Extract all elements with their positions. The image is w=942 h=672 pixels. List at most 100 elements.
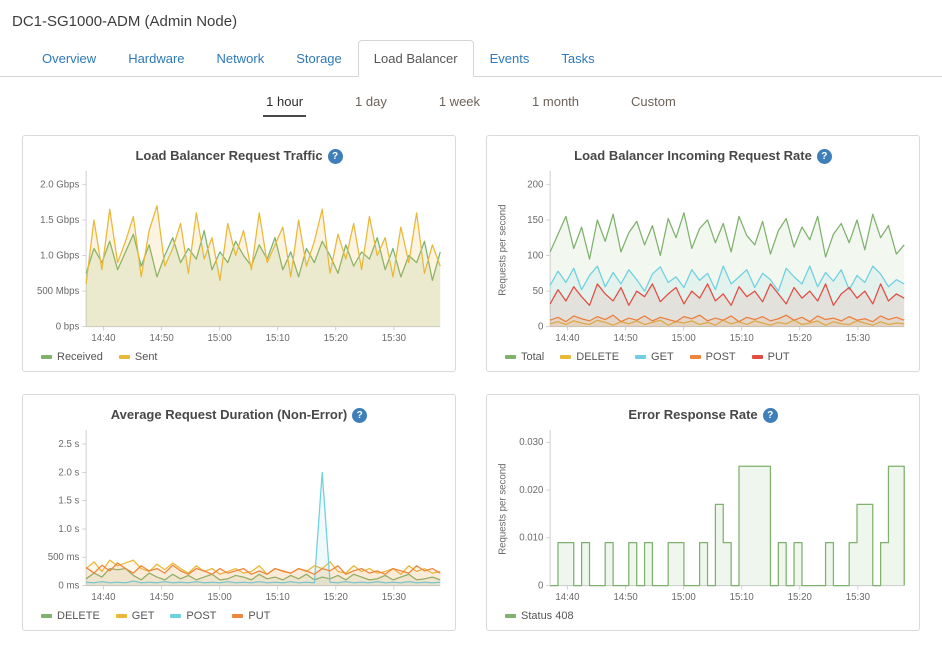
legend-swatch [505, 614, 516, 618]
tab-bar: Overview Hardware Network Storage Load B… [0, 40, 942, 77]
svg-text:15:10: 15:10 [266, 333, 290, 344]
legend-label: Received [57, 351, 103, 363]
legend-swatch [41, 614, 52, 618]
legend-label: PUT [248, 610, 270, 622]
svg-text:0.030: 0.030 [519, 437, 543, 448]
svg-text:0: 0 [538, 580, 543, 591]
chart-title-text: Load Balancer Incoming Request Rate [574, 148, 812, 163]
svg-text:0 bps: 0 bps [56, 322, 80, 333]
time-option-1-day[interactable]: 1 day [352, 94, 390, 117]
legend-swatch [505, 355, 516, 359]
legend-item[interactable]: PUT [752, 351, 790, 363]
legend-item[interactable]: Received [41, 351, 103, 363]
chart-legend: Status 408 [495, 607, 911, 626]
svg-text:15:20: 15:20 [324, 333, 348, 344]
svg-text:15:30: 15:30 [382, 592, 406, 603]
svg-text:150: 150 [527, 215, 543, 226]
legend-item[interactable]: POST [170, 610, 216, 622]
help-icon[interactable]: ? [352, 408, 367, 423]
chart-error-response-rate[interactable]: 00.0100.0200.03014:4014:5015:0015:1015:2… [495, 425, 911, 607]
svg-text:0 ms: 0 ms [58, 580, 79, 591]
legend-swatch [116, 614, 127, 618]
time-option-custom[interactable]: Custom [628, 94, 679, 117]
svg-text:50: 50 [533, 286, 544, 297]
tab-overview[interactable]: Overview [26, 40, 112, 77]
svg-text:15:10: 15:10 [266, 592, 290, 603]
legend-item[interactable]: GET [116, 610, 155, 622]
legend-item[interactable]: PUT [232, 610, 270, 622]
legend-item[interactable]: POST [690, 351, 736, 363]
legend-item[interactable]: DELETE [560, 351, 619, 363]
svg-text:14:50: 14:50 [614, 592, 638, 603]
chart-svg[interactable]: 0 bps500 Mbps1.0 Gbps1.5 Gbps2.0 Gbps14:… [31, 166, 447, 348]
svg-text:14:40: 14:40 [91, 333, 115, 344]
svg-text:15:20: 15:20 [324, 592, 348, 603]
legend-swatch [170, 614, 181, 618]
svg-text:14:50: 14:50 [614, 333, 638, 344]
svg-text:Requests per second: Requests per second [498, 464, 509, 555]
panel-avg-request-duration: Average Request Duration (Non-Error)? 0 … [22, 394, 456, 631]
svg-text:0: 0 [538, 322, 543, 333]
svg-text:100: 100 [527, 250, 543, 261]
svg-text:15:10: 15:10 [730, 592, 754, 603]
chart-svg[interactable]: 05010015020014:4014:5015:0015:1015:2015:… [495, 166, 911, 348]
svg-text:200: 200 [527, 179, 543, 190]
panel-request-traffic: Load Balancer Request Traffic? 0 bps500 … [22, 135, 456, 372]
svg-text:15:00: 15:00 [672, 333, 696, 344]
legend-item[interactable]: Total [505, 351, 544, 363]
svg-text:1.5 s: 1.5 s [58, 496, 79, 507]
chart-svg[interactable]: 0 ms500 ms1.0 s1.5 s2.0 s2.5 s14:4014:50… [31, 425, 447, 607]
svg-text:2.5 s: 2.5 s [58, 439, 79, 450]
legend-swatch [560, 355, 571, 359]
time-range-selector: 1 hour 1 day 1 week 1 month Custom [0, 77, 942, 129]
help-icon[interactable]: ? [817, 149, 832, 164]
svg-text:500 ms: 500 ms [48, 552, 80, 563]
chart-incoming-request-rate[interactable]: 05010015020014:4014:5015:0015:1015:2015:… [495, 166, 911, 348]
chart-title-error-response-rate: Error Response Rate? [495, 403, 911, 425]
tab-tasks[interactable]: Tasks [545, 40, 610, 77]
chart-request-traffic[interactable]: 0 bps500 Mbps1.0 Gbps1.5 Gbps2.0 Gbps14:… [31, 166, 447, 348]
legend-label: Total [521, 351, 544, 363]
svg-text:15:00: 15:00 [208, 592, 232, 603]
legend-label: Sent [135, 351, 158, 363]
legend-swatch [41, 355, 52, 359]
svg-text:15:10: 15:10 [730, 333, 754, 344]
tab-storage[interactable]: Storage [280, 40, 358, 77]
svg-text:15:30: 15:30 [846, 592, 870, 603]
page-title: DC1-SG1000-ADM (Admin Node) [0, 0, 942, 40]
help-icon[interactable]: ? [763, 408, 778, 423]
legend-item[interactable]: Status 408 [505, 610, 574, 622]
svg-text:15:00: 15:00 [208, 333, 232, 344]
svg-text:14:50: 14:50 [150, 333, 174, 344]
time-option-1-week[interactable]: 1 week [436, 94, 483, 117]
svg-text:14:50: 14:50 [150, 592, 174, 603]
chart-svg[interactable]: 00.0100.0200.03014:4014:5015:0015:1015:2… [495, 425, 911, 607]
svg-text:2.0 s: 2.0 s [58, 467, 79, 478]
svg-text:15:30: 15:30 [846, 333, 870, 344]
legend-label: Status 408 [521, 610, 574, 622]
tab-hardware[interactable]: Hardware [112, 40, 200, 77]
svg-text:0.020: 0.020 [519, 485, 543, 496]
tab-events[interactable]: Events [474, 40, 546, 77]
legend-swatch [635, 355, 646, 359]
help-icon[interactable]: ? [328, 149, 343, 164]
legend-label: PUT [768, 351, 790, 363]
legend-item[interactable]: Sent [119, 351, 158, 363]
chart-title-text: Error Response Rate [628, 407, 757, 422]
svg-text:15:30: 15:30 [382, 333, 406, 344]
svg-text:500 Mbps: 500 Mbps [37, 286, 80, 297]
svg-text:15:20: 15:20 [788, 333, 812, 344]
tab-network[interactable]: Network [201, 40, 281, 77]
legend-swatch [752, 355, 763, 359]
chart-legend: Total DELETE GET POST PUT [495, 348, 911, 367]
chart-avg-request-duration[interactable]: 0 ms500 ms1.0 s1.5 s2.0 s2.5 s14:4014:50… [31, 425, 447, 607]
legend-label: POST [706, 351, 736, 363]
time-option-1-hour[interactable]: 1 hour [263, 94, 306, 117]
legend-label: DELETE [57, 610, 100, 622]
tab-load-balancer[interactable]: Load Balancer [358, 40, 474, 77]
legend-item[interactable]: GET [635, 351, 674, 363]
time-option-1-month[interactable]: 1 month [529, 94, 582, 117]
panel-incoming-request-rate: Load Balancer Incoming Request Rate? 0 50… [486, 135, 920, 372]
legend-swatch [119, 355, 130, 359]
legend-item[interactable]: DELETE [41, 610, 100, 622]
